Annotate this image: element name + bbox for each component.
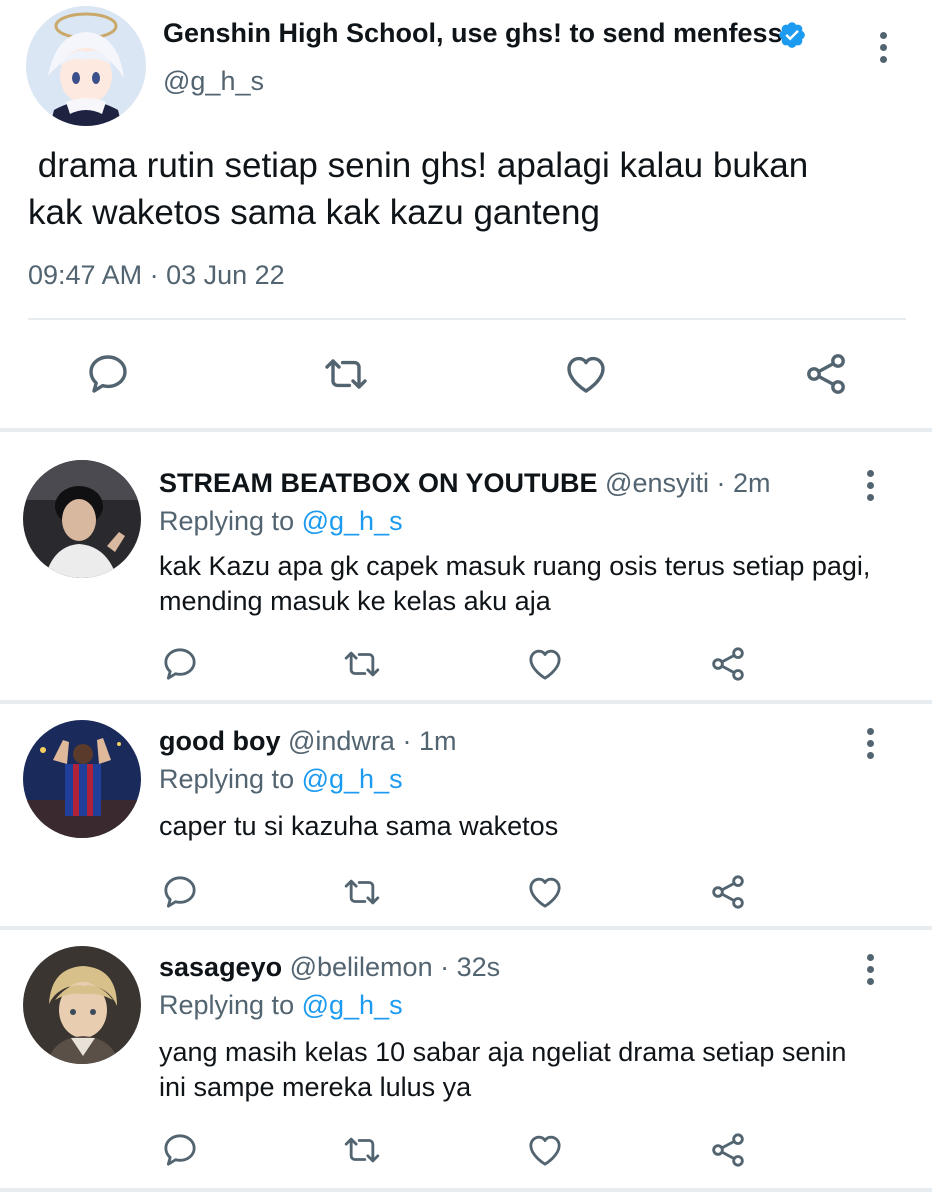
replying-to-label: Replying to [159,764,295,794]
reply-text: kak Kazu apa gk capek masuk ruang osis t… [159,551,871,616]
reply-icon[interactable] [160,1130,200,1170]
divider [28,318,906,320]
avatar-image [23,720,141,838]
reply-header: good boy @indwra · 1m [159,726,456,757]
mention-link[interactable]: @g_h_s [302,990,403,1020]
display-name[interactable]: Genshin High School, use ghs! to send me… [163,18,783,49]
reply-text: caper tu si kazuha sama waketos [159,811,559,841]
mention-link[interactable]: @g_h_s [302,506,403,536]
divider [0,1188,932,1192]
share-icon[interactable] [802,350,850,398]
retweet-icon[interactable] [342,644,382,684]
reply-icon[interactable] [160,644,200,684]
reply-icon[interactable] [84,350,132,398]
avatar[interactable] [23,460,141,578]
main-tweet: Genshin High School, use ghs! to send me… [0,0,932,428]
avatar[interactable] [23,946,141,1064]
replying-to: Replying to @g_h_s [159,764,403,795]
like-icon[interactable] [562,350,610,398]
handle[interactable]: @belilemon [290,952,433,982]
tweet-text: drama rutin setiap senin ghs! apalagi ka… [28,146,809,232]
handle[interactable]: @indwra [288,726,395,756]
replying-to: Replying to @g_h_s [159,990,403,1021]
like-icon[interactable] [525,1130,565,1170]
mention-link[interactable]: @g_h_s [302,764,403,794]
display-name[interactable]: good boy [159,726,280,756]
reply-header: STREAM BEATBOX ON YOUTUBE @ensyiti · 2m [159,468,771,499]
more-options-icon[interactable] [867,728,875,764]
replying-to-label: Replying to [159,506,295,536]
display-name[interactable]: STREAM BEATBOX ON YOUTUBE [159,468,598,498]
retweet-icon[interactable] [342,872,382,912]
avatar[interactable] [26,6,146,126]
reply-time: · 1m [402,726,457,756]
avatar-image [23,460,141,578]
timestamp: 09:47 AM · 03 Jun 22 [28,260,285,290]
share-icon[interactable] [708,1130,748,1170]
reply-icon[interactable] [160,872,200,912]
more-options-icon[interactable] [867,954,875,990]
retweet-icon[interactable] [322,350,370,398]
reply-text: yang masih kelas 10 sabar aja ngeliat dr… [159,1037,847,1102]
more-options-icon[interactable] [867,470,875,506]
reply-header: sasageyo @belilemon · 32s [159,952,500,983]
share-icon[interactable] [708,644,748,684]
reply-time: · 2m [716,468,771,498]
display-name[interactable]: sasageyo [159,952,282,982]
handle[interactable]: @g_h_s [163,66,264,97]
reply-tweet[interactable]: good boy @indwra · 1m Replying to @g_h_s… [0,704,932,926]
share-icon[interactable] [708,872,748,912]
retweet-icon[interactable] [342,1130,382,1170]
avatar-image [23,946,141,1064]
avatar-image [26,6,146,126]
avatar[interactable] [23,720,141,838]
more-options-icon[interactable] [880,32,888,68]
like-icon[interactable] [525,872,565,912]
verified-badge-icon [779,22,805,48]
handle[interactable]: @ensyiti [605,468,709,498]
reply-time: · 32s [440,952,501,982]
like-icon[interactable] [525,644,565,684]
replying-to-label: Replying to [159,990,295,1020]
reply-tweet[interactable]: STREAM BEATBOX ON YOUTUBE @ensyiti · 2m … [0,432,932,700]
replying-to: Replying to @g_h_s [159,506,403,537]
reply-tweet[interactable]: sasageyo @belilemon · 32s Replying to @g… [0,930,932,1188]
